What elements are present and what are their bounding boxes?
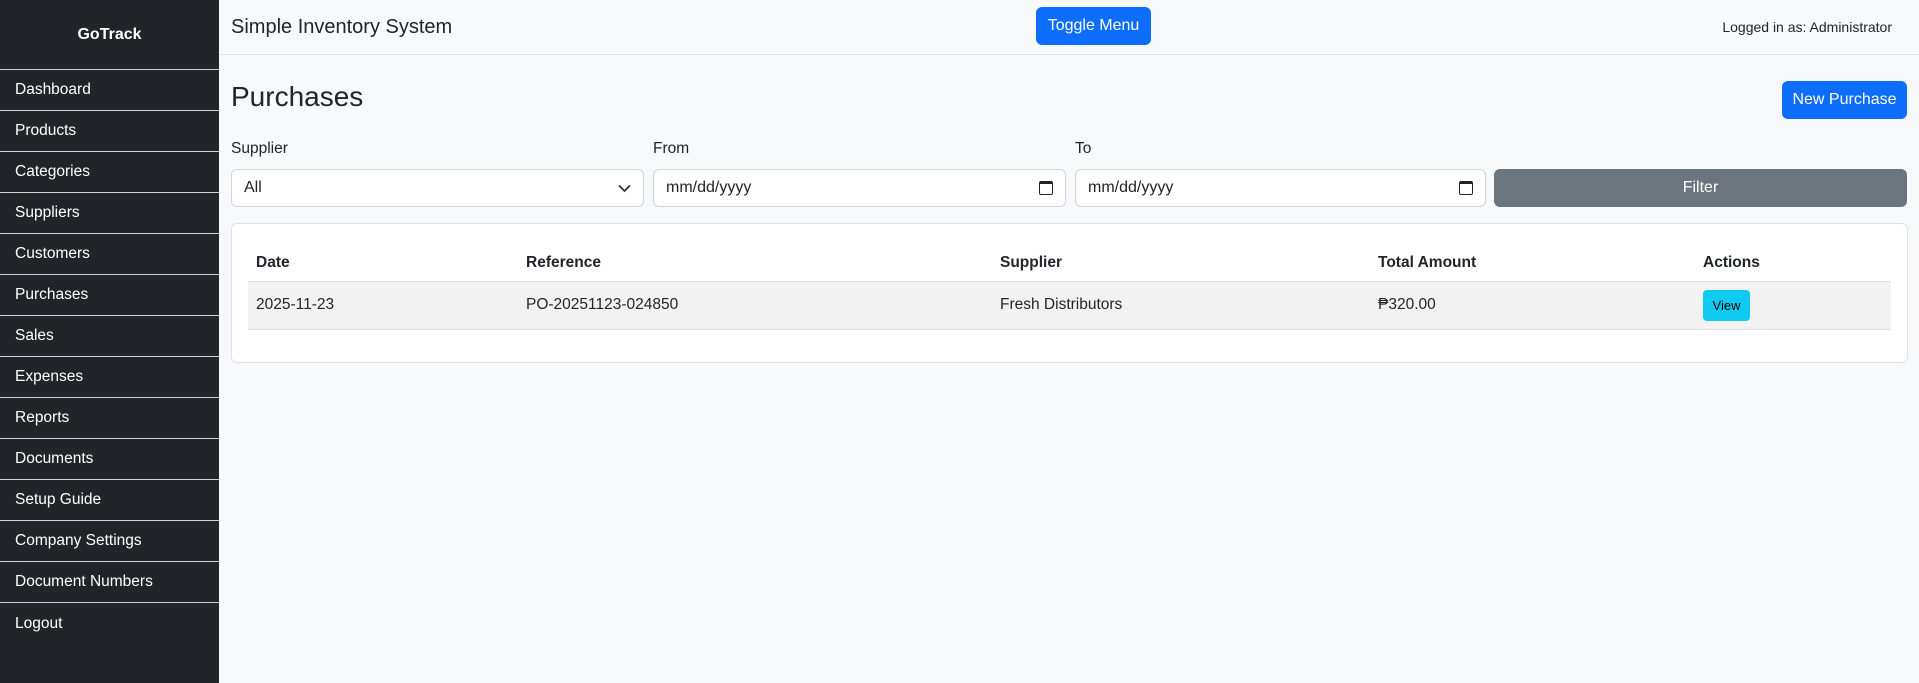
to-label: To [1075, 140, 1092, 157]
from-date-value: mm/dd/yyyy [666, 179, 752, 196]
column-header-total-amount: Total Amount [1370, 240, 1695, 282]
cell-actions: View [1695, 281, 1891, 330]
cell-supplier: Fresh Distributors [992, 281, 1370, 330]
sidebar-nav: Dashboard Products Categories Suppliers … [0, 70, 219, 644]
sidebar: GoTrack Dashboard Products Categories Su… [0, 0, 219, 683]
sidebar-item-document-numbers[interactable]: Document Numbers [0, 562, 219, 603]
app-title[interactable]: Simple Inventory System [231, 16, 452, 39]
sidebar-item-purchases[interactable]: Purchases [0, 275, 219, 316]
sidebar-item-categories[interactable]: Categories [0, 152, 219, 193]
column-header-reference: Reference [518, 240, 992, 282]
from-label: From [653, 140, 690, 157]
sidebar-item-products[interactable]: Products [0, 111, 219, 152]
sidebar-item-setup-guide[interactable]: Setup Guide [0, 480, 219, 521]
view-button[interactable]: View [1703, 289, 1750, 321]
purchases-table: Date Reference Supplier Total Amount Act… [248, 240, 1891, 330]
supplier-select-value: All [244, 179, 262, 196]
sidebar-item-expenses[interactable]: Expenses [0, 357, 219, 398]
page-title: Purchases [231, 81, 364, 112]
top-navbar: Simple Inventory System Toggle Menu Logg… [219, 0, 1919, 55]
sidebar-item-documents[interactable]: Documents [0, 439, 219, 480]
from-date-input[interactable]: mm/dd/yyyy [653, 169, 1066, 207]
supplier-select[interactable]: All [231, 169, 644, 207]
column-header-actions: Actions [1695, 240, 1891, 282]
new-purchase-button[interactable]: New Purchase [1782, 81, 1907, 119]
sidebar-item-sales[interactable]: Sales [0, 316, 219, 357]
supplier-label: Supplier [231, 140, 288, 157]
table-row: 2025-11-23 PO-20251123-024850 Fresh Dist… [248, 281, 1891, 330]
calendar-icon[interactable] [1459, 181, 1473, 195]
table-header-row: Date Reference Supplier Total Amount Act… [248, 240, 1891, 282]
filter-button[interactable]: Filter [1494, 169, 1907, 207]
cell-date: 2025-11-23 [248, 281, 518, 330]
to-date-value: mm/dd/yyyy [1088, 179, 1174, 196]
purchases-table-card: Date Reference Supplier Total Amount Act… [231, 223, 1908, 363]
sidebar-item-reports[interactable]: Reports [0, 398, 219, 439]
cell-reference: PO-20251123-024850 [518, 281, 992, 330]
column-header-supplier: Supplier [992, 240, 1370, 282]
chevron-down-icon [618, 181, 631, 196]
sidebar-item-suppliers[interactable]: Suppliers [0, 193, 219, 234]
column-header-date: Date [248, 240, 518, 282]
sidebar-item-customers[interactable]: Customers [0, 234, 219, 275]
sidebar-item-company-settings[interactable]: Company Settings [0, 521, 219, 562]
to-date-input[interactable]: mm/dd/yyyy [1075, 169, 1486, 207]
sidebar-item-logout[interactable]: Logout [0, 603, 219, 644]
sidebar-item-dashboard[interactable]: Dashboard [0, 70, 219, 111]
cell-total-amount: ₱320.00 [1370, 281, 1695, 330]
logged-in-user-text: Logged in as: Administrator [1722, 19, 1892, 35]
brand-logo[interactable]: GoTrack [0, 0, 219, 70]
calendar-icon[interactable] [1039, 181, 1053, 195]
toggle-menu-button[interactable]: Toggle Menu [1036, 7, 1151, 45]
